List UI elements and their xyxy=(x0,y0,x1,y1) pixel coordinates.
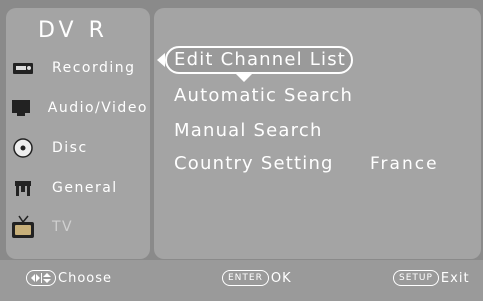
enter-key-badge: ENTER xyxy=(222,270,269,286)
monitor-icon xyxy=(8,93,34,123)
country-setting-value: France xyxy=(370,154,439,174)
sidebar-item-label: Recording xyxy=(52,60,136,76)
menu-item-edit-channel-list[interactable]: Edit Channel List xyxy=(174,49,346,70)
selection-down-arrow-icon xyxy=(236,74,252,82)
selection-left-arrow-icon xyxy=(157,53,165,67)
brand-title: DV R xyxy=(38,18,108,43)
tv-icon xyxy=(8,212,38,242)
setup-key-badge: SETUP xyxy=(393,270,439,286)
hint-choose-label: Choose xyxy=(58,270,112,286)
hint-ok-label: OK xyxy=(270,270,292,286)
sidebar-item-audio-video[interactable]: Audio/Video xyxy=(8,93,148,123)
sidebar-item-general[interactable]: General xyxy=(8,173,148,203)
hint-exit: SETUP Exit xyxy=(393,270,470,286)
recorder-icon xyxy=(8,53,38,83)
sidebar-item-tv[interactable]: TV xyxy=(8,212,148,242)
sidebar-item-label: Audio/Video xyxy=(47,100,148,116)
sidebar-item-recording[interactable]: Recording xyxy=(8,53,148,83)
sidebar-item-label: Disc xyxy=(52,140,88,156)
sidebar-item-label: TV xyxy=(52,219,74,235)
arrow-keys-icon xyxy=(26,270,56,286)
hint-ok: ENTER OK xyxy=(222,270,292,286)
hint-exit-label: Exit xyxy=(440,270,470,286)
sidebar-item-label: General xyxy=(52,180,118,196)
menu-item-manual-search[interactable]: Manual Search xyxy=(174,120,323,141)
disc-icon xyxy=(8,133,38,163)
hint-choose: Choose xyxy=(26,270,112,286)
menu-item-automatic-search[interactable]: Automatic Search xyxy=(174,85,353,106)
toolbox-icon xyxy=(8,173,38,203)
sidebar-item-disc[interactable]: Disc xyxy=(8,133,148,163)
dvr-setup-screen: DV R Recording Audio/Video Disc General … xyxy=(0,0,483,301)
menu-item-country-setting[interactable]: Country Setting xyxy=(174,153,334,174)
